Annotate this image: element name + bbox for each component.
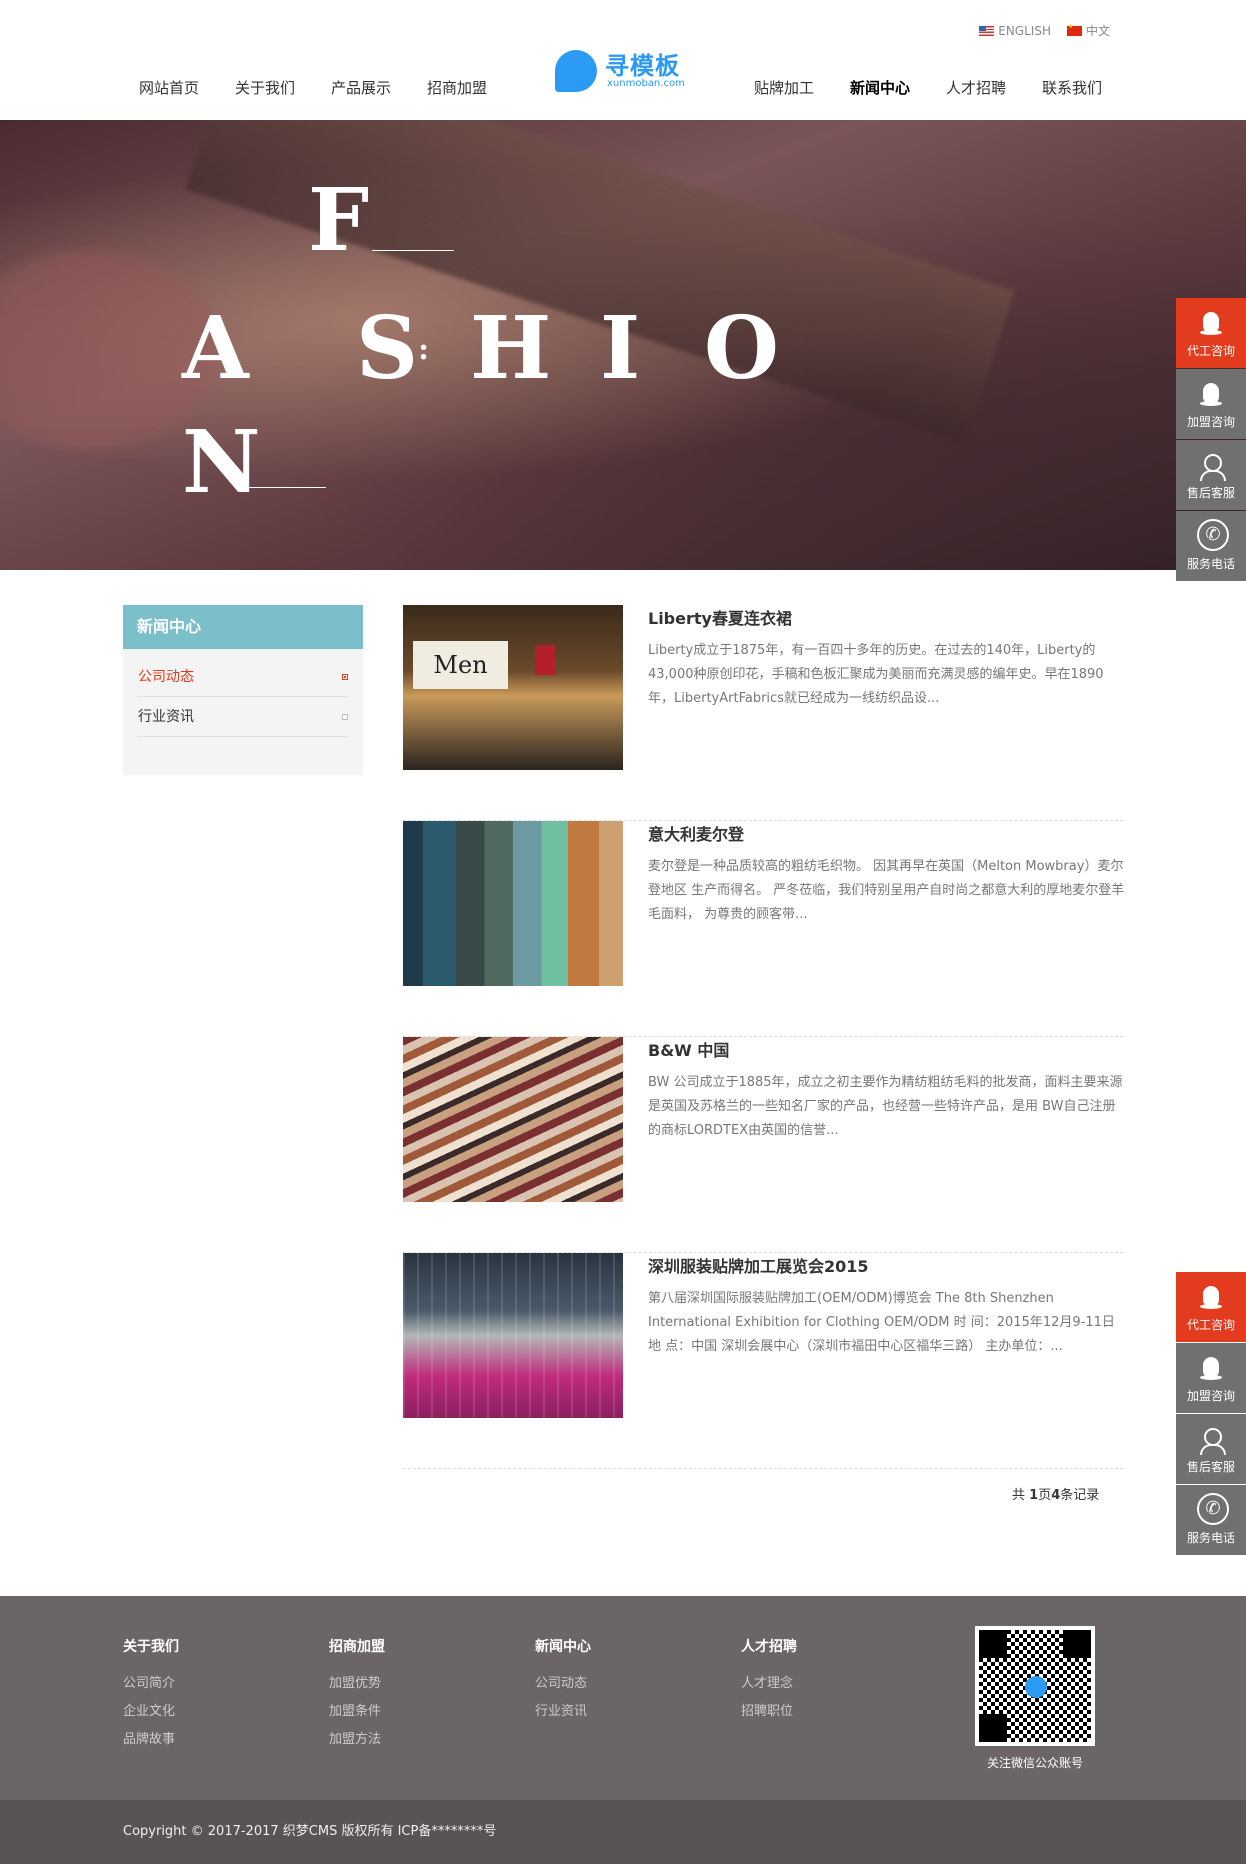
service-phone-button[interactable]: 服务电话 xyxy=(1176,1485,1246,1555)
nav-jobs[interactable]: 人才招聘 xyxy=(928,77,1024,98)
banner-letter: O xyxy=(704,298,779,399)
footer-column-about: 关于我们 公司简介 企业文化 品牌故事 xyxy=(123,1636,179,1754)
franchise-consult-button[interactable]: 加盟咨询 xyxy=(1176,1343,1246,1413)
news-sidebar: 新闻中心 公司动态 行业资讯 xyxy=(123,605,363,775)
phone-icon xyxy=(1197,1493,1229,1525)
site-logo[interactable]: 寻模板 xunmoban.com xyxy=(555,46,690,94)
cn-flag-icon xyxy=(1066,23,1082,36)
sidebar-item-industry-news[interactable]: 行业资讯 xyxy=(138,697,348,737)
qq-icon xyxy=(1197,1284,1225,1312)
footer-link[interactable]: 加盟优势 xyxy=(329,1670,385,1698)
footer-column-jobs: 人才招聘 人才理念 招聘职位 xyxy=(741,1636,797,1726)
lang-english[interactable]: ENGLISH xyxy=(979,22,1051,39)
nav-news[interactable]: 新闻中心 xyxy=(832,77,928,98)
service-icon xyxy=(1197,1426,1226,1455)
qr-logo-icon xyxy=(1025,1676,1047,1698)
qq-icon xyxy=(1197,310,1225,338)
list-item: 深圳服装贴牌加工展览会2015 第八届深圳国际服装贴牌加工(OEM/ODM)博览… xyxy=(403,1253,1123,1469)
service-icon xyxy=(1197,452,1226,481)
article-thumbnail[interactable] xyxy=(403,1037,623,1202)
nav-home[interactable]: 网站首页 xyxy=(121,77,217,98)
after-sales-button[interactable]: 售后客服 xyxy=(1176,1414,1246,1484)
article-summary: Liberty成立于1875年，有一百四十多年的历史。在过去的140年，Libe… xyxy=(648,643,1104,706)
service-phone-button[interactable]: 服务电话 xyxy=(1176,511,1246,581)
footer-column-news: 新闻中心 公司动态 行业资讯 xyxy=(535,1636,591,1726)
banner-letter: H xyxy=(470,298,552,399)
phone-icon xyxy=(1197,519,1229,551)
article-title[interactable]: 意大利麦尔登 xyxy=(648,821,744,845)
copyright-bar: Copyright © 2017-2017 织梦CMS 版权所有 ICP备***… xyxy=(0,1800,1246,1864)
nav-products[interactable]: 产品展示 xyxy=(313,77,409,98)
footer: 关于我们 公司简介 企业文化 品牌故事 招商加盟 加盟优势 加盟条件 加盟方法 … xyxy=(0,1596,1246,1800)
article-thumbnail[interactable]: Men xyxy=(403,605,623,770)
nav-left: 网站首页 关于我们 产品展示 招商加盟 xyxy=(121,77,505,98)
banner-letter: N xyxy=(182,412,261,513)
logo-bubble-icon xyxy=(555,50,597,92)
sidebar-title: 新闻中心 xyxy=(123,605,363,649)
footer-column-franchise: 招商加盟 加盟优势 加盟条件 加盟方法 xyxy=(329,1636,385,1754)
banner-letter: S xyxy=(356,298,419,399)
footer-link[interactable]: 企业文化 xyxy=(123,1698,179,1726)
language-switcher: ENGLISH 中文 xyxy=(979,22,1110,39)
article-summary: BW 公司成立于1885年，成立之初主要作为精纺粗纺毛料的批发商，面料主要来源是… xyxy=(648,1075,1123,1138)
banner-line xyxy=(240,487,326,488)
article-summary: 第八届深圳国际服装贴牌加工(OEM/ODM)博览会 The 8th Shenzh… xyxy=(648,1291,1115,1354)
lang-chinese[interactable]: 中文 xyxy=(1066,22,1110,39)
article-title[interactable]: B&W 中国 xyxy=(648,1037,729,1061)
banner-line xyxy=(372,250,454,251)
qq-icon xyxy=(1197,1355,1225,1383)
header: ENGLISH 中文 网站首页 关于我们 产品展示 招商加盟 寻模板 xunmo… xyxy=(0,0,1246,120)
oem-consult-button[interactable]: 代工咨询 xyxy=(1176,1272,1246,1342)
article-summary: 麦尔登是一种品质较高的粗纺毛织物。 因其再早在英国（Melton Mowbray… xyxy=(648,859,1125,922)
pagination-info: 共 1页4条记录 xyxy=(1012,1488,1100,1503)
footer-link[interactable]: 公司动态 xyxy=(535,1670,591,1698)
nav-right: 贴牌加工 新闻中心 人才招聘 联系我们 xyxy=(736,77,1120,98)
qq-icon xyxy=(1197,381,1225,409)
nav-oem[interactable]: 贴牌加工 xyxy=(736,77,832,98)
list-item: 意大利麦尔登 麦尔登是一种品质较高的粗纺毛织物。 因其再早在英国（Melton … xyxy=(403,821,1125,1037)
bullet-icon xyxy=(342,673,348,680)
float-bar-top: 代工咨询 加盟咨询 售后客服 服务电话 xyxy=(1176,298,1246,582)
article-title[interactable]: 深圳服装贴牌加工展览会2015 xyxy=(648,1253,869,1277)
oem-consult-button[interactable]: 代工咨询 xyxy=(1176,298,1246,368)
footer-link[interactable]: 品牌故事 xyxy=(123,1726,179,1754)
banner-letter: A xyxy=(182,298,249,399)
hero-banner: F A S : H I O N xyxy=(0,120,1246,570)
footer-link[interactable]: 人才理念 xyxy=(741,1670,797,1698)
banner-letter: F xyxy=(308,170,370,271)
list-item: Men Liberty春夏连衣裙 Liberty成立于1875年，有一百四十多年… xyxy=(403,605,1123,821)
franchise-consult-button[interactable]: 加盟咨询 xyxy=(1176,369,1246,439)
footer-link[interactable]: 行业资讯 xyxy=(535,1698,591,1726)
article-thumbnail[interactable] xyxy=(403,1253,623,1418)
nav-contact[interactable]: 联系我们 xyxy=(1024,77,1120,98)
after-sales-button[interactable]: 售后客服 xyxy=(1176,440,1246,510)
float-bar-bottom: 代工咨询 加盟咨询 售后客服 服务电话 xyxy=(1176,1272,1246,1556)
list-item: B&W 中国 BW 公司成立于1885年，成立之初主要作为精纺粗纺毛料的批发商，… xyxy=(403,1037,1123,1253)
sidebar-item-company-news[interactable]: 公司动态 xyxy=(138,657,348,697)
footer-link[interactable]: 公司简介 xyxy=(123,1670,179,1698)
nav-franchise[interactable]: 招商加盟 xyxy=(409,77,505,98)
banner-colon: : xyxy=(418,332,430,367)
nav-about[interactable]: 关于我们 xyxy=(217,77,313,98)
bullet-icon xyxy=(342,713,348,720)
wechat-qr-code xyxy=(975,1626,1095,1746)
footer-link[interactable]: 加盟方法 xyxy=(329,1726,385,1754)
qr-caption: 关注微信公众账号 xyxy=(986,1756,1083,1770)
banner-letter: I xyxy=(600,298,641,399)
article-thumbnail[interactable] xyxy=(403,821,623,986)
article-title[interactable]: Liberty春夏连衣裙 xyxy=(648,605,792,629)
us-flag-icon xyxy=(979,25,995,36)
footer-link[interactable]: 招聘职位 xyxy=(741,1698,797,1726)
footer-link[interactable]: 加盟条件 xyxy=(329,1698,385,1726)
